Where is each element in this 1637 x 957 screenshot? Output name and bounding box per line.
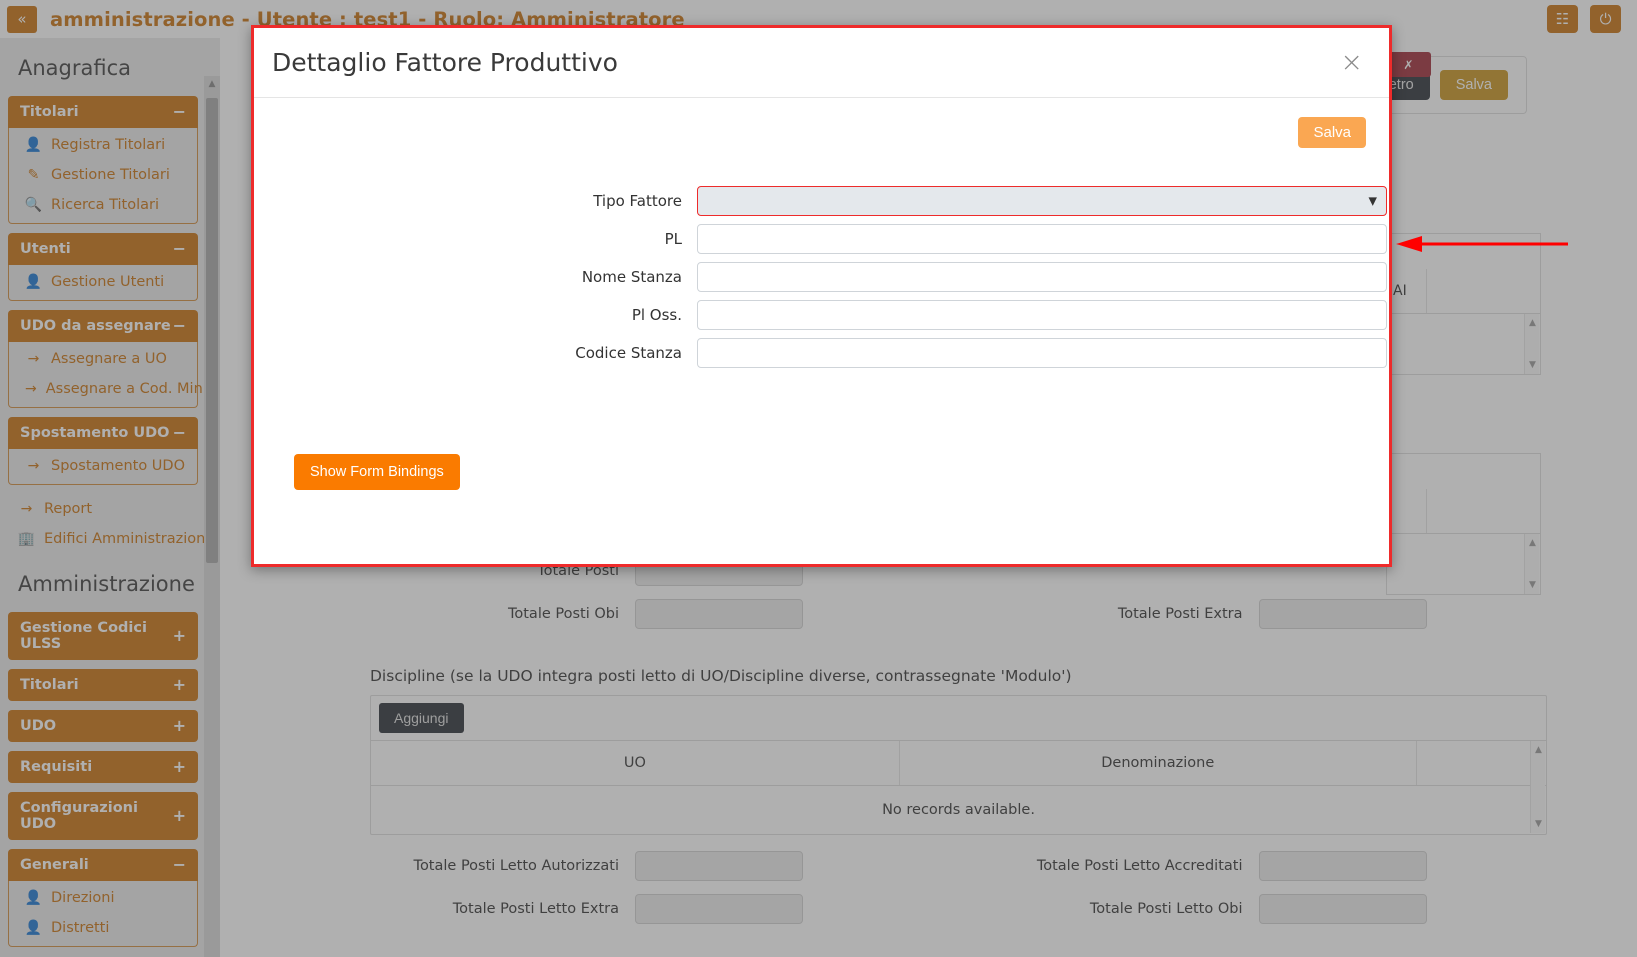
tipo-fattore-select[interactable]: ▼ [697, 186, 1387, 216]
label-nome-stanza: Nome Stanza [581, 268, 682, 286]
label-pl: PL [664, 230, 682, 248]
modal-body: Salva Tipo Fattore ▼ PL Nome Stanza Pl O… [254, 98, 1389, 566]
pl-oss-input[interactable] [697, 300, 1387, 330]
label-pl-oss: Pl Oss. [631, 306, 682, 324]
codice-stanza-input[interactable] [697, 338, 1387, 368]
form-row-codice-stanza: Codice Stanza [254, 338, 1389, 368]
form-row-pl-oss: Pl Oss. [254, 300, 1389, 330]
nome-stanza-input[interactable] [697, 262, 1387, 292]
form-row-tipo-fattore: Tipo Fattore ▼ [254, 186, 1389, 216]
pl-input[interactable] [697, 224, 1387, 254]
modal-title: Dettaglio Fattore Produttivo [272, 48, 618, 77]
application-root: « amministrazione - Utente : test1 - Ruo… [0, 0, 1637, 957]
close-icon[interactable]: × [1340, 49, 1363, 76]
fattore-produttivo-form: Tipo Fattore ▼ PL Nome Stanza Pl Oss. Co… [254, 98, 1389, 368]
modal-save-button[interactable]: Salva [1298, 117, 1366, 148]
label-tipo-fattore: Tipo Fattore [593, 192, 682, 210]
show-form-bindings-button[interactable]: Show Form Bindings [294, 454, 460, 490]
modal-header: Dettaglio Fattore Produttivo × [254, 28, 1389, 98]
form-row-pl: PL [254, 224, 1389, 254]
form-row-nome-stanza: Nome Stanza [254, 262, 1389, 292]
chevron-down-icon: ▼ [1368, 194, 1377, 208]
label-codice-stanza: Codice Stanza [575, 344, 682, 362]
dettaglio-fattore-produttivo-modal: Dettaglio Fattore Produttivo × Salva Tip… [251, 25, 1392, 567]
